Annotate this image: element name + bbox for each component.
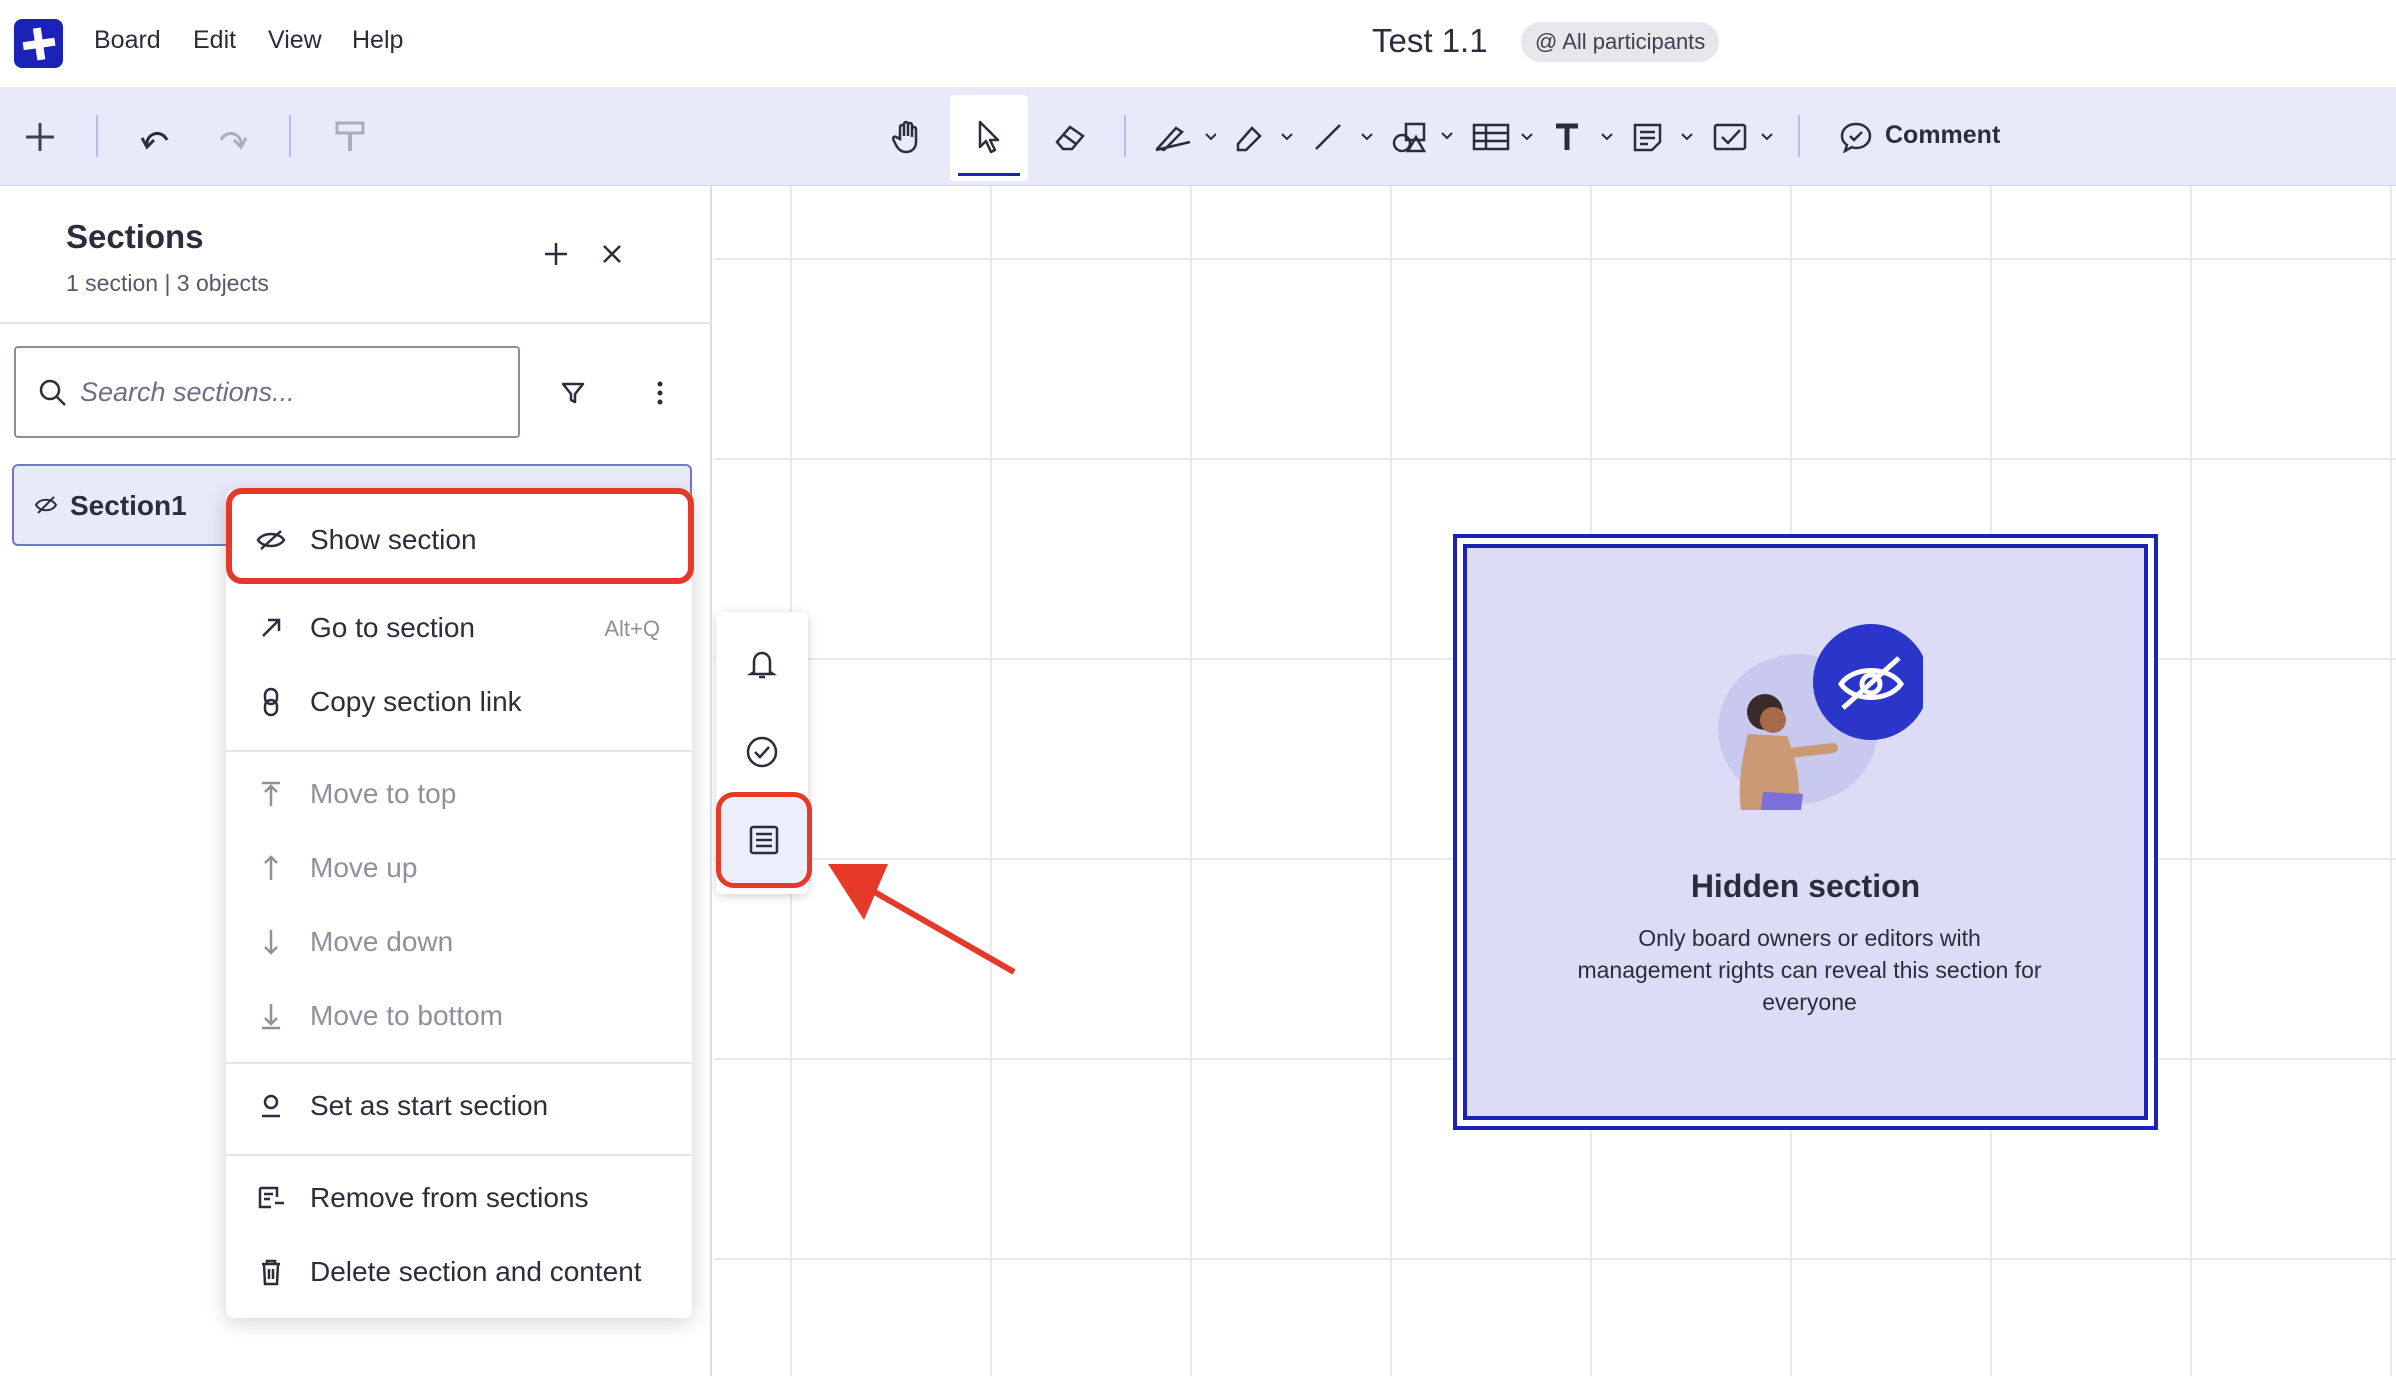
menu-item-move-to-top: Move to top: [226, 764, 692, 826]
app-logo-icon[interactable]: [14, 19, 63, 68]
annotation-arrow-icon: [828, 864, 1016, 975]
menu-divider: [226, 1154, 692, 1156]
arrow-down-icon: [256, 927, 286, 957]
comment-icon[interactable]: [1836, 87, 1876, 186]
menu-label: Set as start section: [310, 1090, 549, 1121]
panel-title: Sections: [66, 218, 204, 255]
check-circle-icon[interactable]: [716, 708, 808, 796]
pointer-icon[interactable]: [968, 87, 1010, 186]
menu-edit[interactable]: Edit: [193, 26, 236, 55]
highlighter-icon[interactable]: [1230, 87, 1296, 186]
menu-help[interactable]: Help: [352, 26, 403, 55]
table-icon[interactable]: [1470, 87, 1536, 186]
location-pin-icon: [256, 1091, 286, 1121]
arrow-up-icon: [256, 853, 286, 883]
comment-button[interactable]: Comment: [1885, 121, 2000, 150]
menu-label: Move to bottom: [310, 1000, 503, 1031]
hidden-section-description: Only board owners or editors with manage…: [1577, 925, 2042, 1015]
menu-label: Delete section and content: [310, 1256, 642, 1287]
undo-icon[interactable]: [136, 87, 176, 186]
hidden-section-card[interactable]: Hidden section Only board owners or edit…: [1453, 534, 2158, 1130]
hand-icon[interactable]: [888, 87, 928, 186]
trash-icon: [256, 1257, 286, 1287]
menu-label: Move to top: [310, 778, 457, 809]
format-painter-icon[interactable]: [330, 87, 370, 186]
menu-board[interactable]: Board: [94, 26, 161, 55]
hidden-person-illustration-icon: [1718, 624, 1923, 810]
arrow-up-right-icon: [256, 613, 286, 643]
menu-item-move-to-bottom: Move to bottom: [226, 986, 692, 1048]
menu-shortcut: Alt+Q: [604, 616, 660, 641]
menu-bar: Board Edit View Help Test 1.1 @ All part…: [0, 0, 2396, 87]
participants-badge[interactable]: @ All participants: [1521, 22, 1720, 62]
shapes-icon[interactable]: [1390, 87, 1456, 186]
board-title[interactable]: Test 1.1: [1372, 22, 1488, 60]
menu-item-move-up: Move up: [226, 838, 692, 900]
menu-item-move-down: Move down: [226, 912, 692, 974]
checkbox-icon[interactable]: [1710, 87, 1776, 186]
menu-label: Move down: [310, 926, 454, 957]
panel-divider: [0, 322, 712, 324]
search-box: [14, 346, 520, 438]
menu-item-delete-section[interactable]: Delete section and content: [226, 1242, 692, 1304]
menu-label: Move up: [310, 852, 418, 883]
close-icon[interactable]: [600, 242, 624, 266]
menu-view[interactable]: View: [268, 26, 322, 55]
show-section-highlight: [226, 488, 694, 584]
panel-subtitle: 1 section | 3 objects: [66, 270, 269, 296]
toolbar: Comment: [0, 87, 2396, 186]
section-context-menu: Show section Go to section Alt+Q Copy se…: [226, 490, 692, 1318]
toolbar-divider: [1124, 115, 1126, 157]
search-input[interactable]: [80, 370, 500, 414]
text-icon[interactable]: [1550, 87, 1616, 186]
menu-item-set-start-section[interactable]: Set as start section: [226, 1076, 692, 1138]
menu-label: Go to section: [310, 612, 475, 643]
menu-item-remove-from-sections[interactable]: Remove from sections: [226, 1168, 692, 1230]
hidden-section-title: Hidden section: [1690, 868, 1921, 904]
search-icon: [39, 379, 66, 406]
plus-icon[interactable]: [18, 87, 62, 186]
move-to-bottom-icon: [256, 1001, 286, 1031]
toolbar-divider: [96, 115, 98, 157]
filter-icon[interactable]: [560, 380, 586, 406]
line-icon[interactable]: [1310, 87, 1376, 186]
menu-divider: [226, 750, 692, 752]
menu-divider: [226, 1062, 692, 1064]
toolbar-divider: [1798, 115, 1800, 157]
bell-icon[interactable]: [716, 620, 808, 708]
more-options-icon[interactable]: [652, 378, 668, 408]
add-section-icon[interactable]: [542, 240, 570, 268]
section-name: Section1: [70, 490, 187, 521]
eraser-icon[interactable]: [1050, 87, 1090, 186]
menu-item-copy-link[interactable]: Copy section link: [226, 672, 692, 734]
eye-hidden-icon: [34, 496, 58, 514]
pen-icon[interactable]: [1150, 87, 1220, 186]
toolbar-divider: [289, 115, 291, 157]
sticky-note-icon[interactable]: [1630, 87, 1696, 186]
move-to-top-icon: [256, 779, 286, 809]
redo-icon[interactable]: [212, 87, 252, 186]
sections-panel-button[interactable]: [716, 792, 812, 888]
list-icon: [749, 825, 779, 855]
hidden-section-inner: Hidden section Only board owners or edit…: [1463, 544, 2148, 1120]
remove-list-icon: [256, 1183, 286, 1213]
menu-label: Copy section link: [310, 686, 522, 717]
menu-item-go-to-section[interactable]: Go to section Alt+Q: [226, 598, 692, 660]
menu-label: Remove from sections: [310, 1182, 589, 1213]
link-icon: [256, 687, 286, 717]
